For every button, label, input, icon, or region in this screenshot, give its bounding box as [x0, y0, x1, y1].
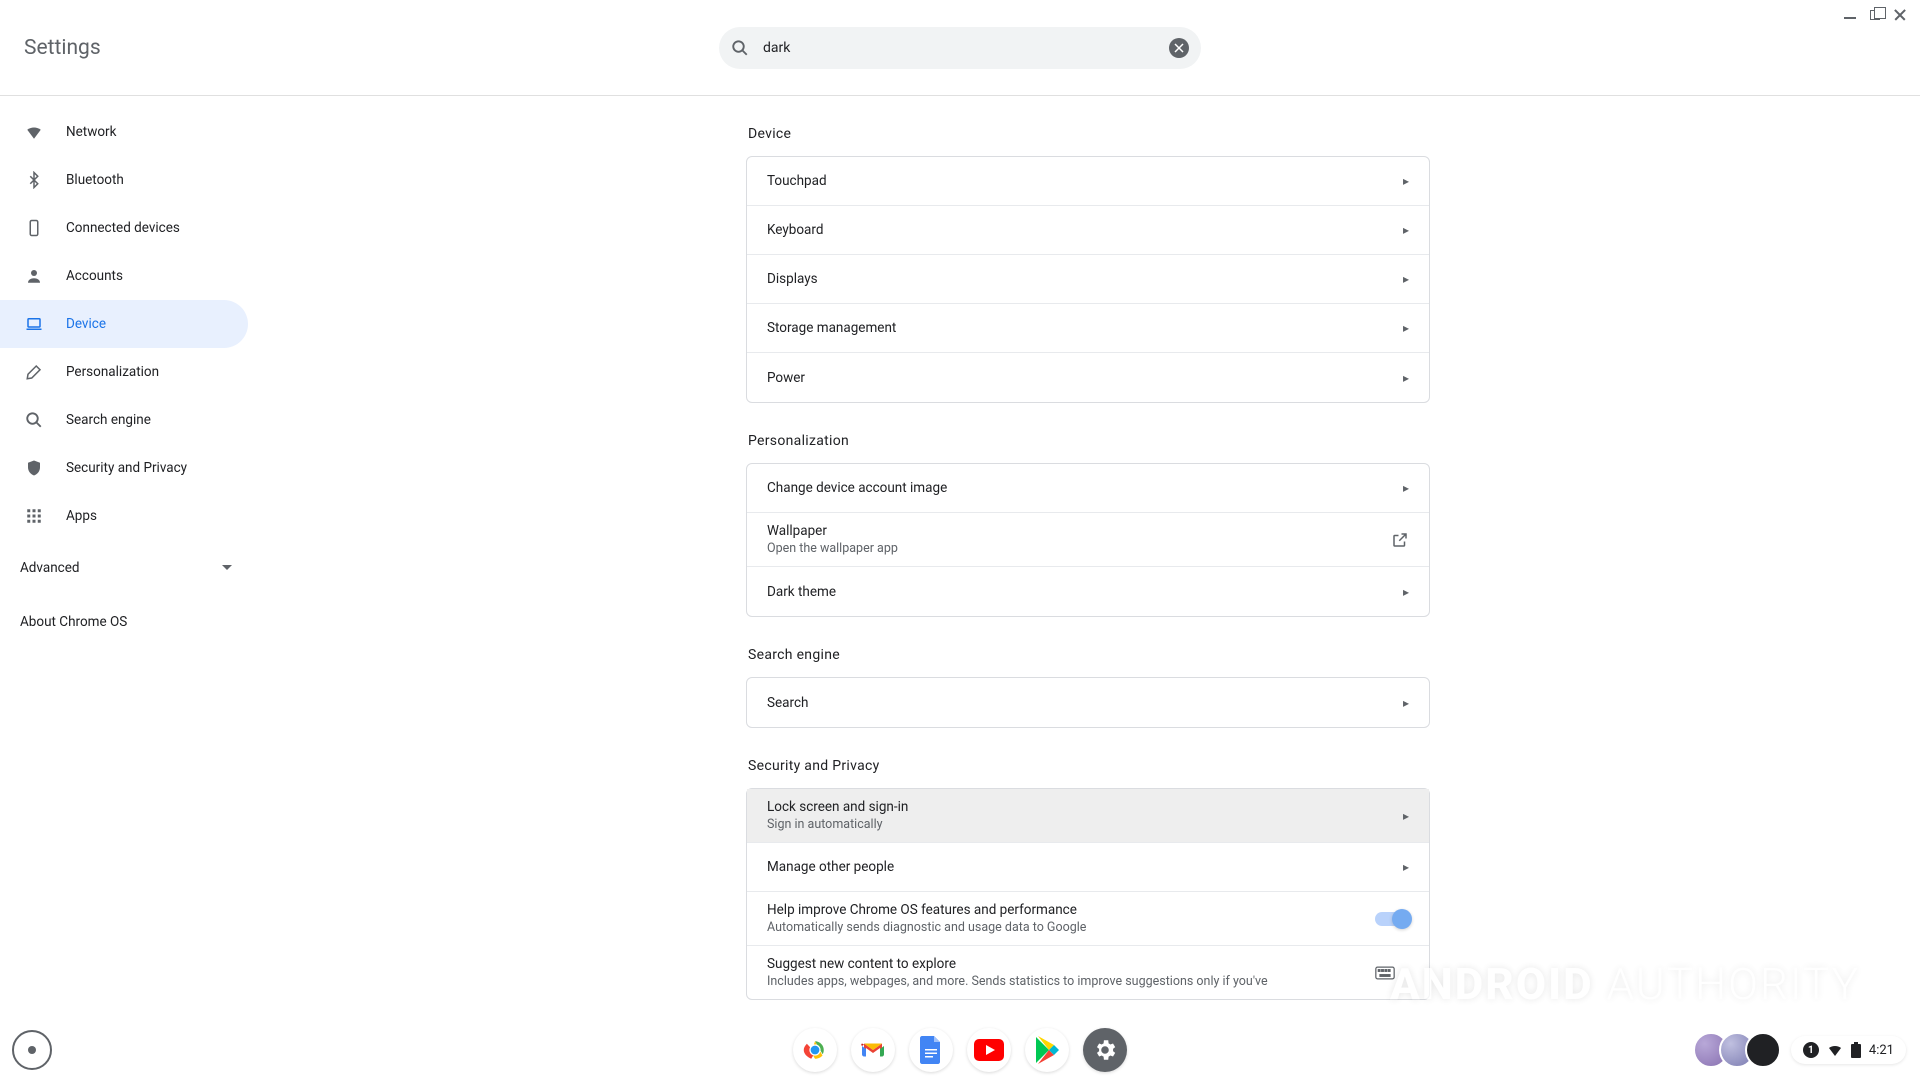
section-title-personalization: Personalization — [746, 433, 1430, 449]
chevron-right-icon: ▸ — [1403, 860, 1409, 874]
notification-badge: 1 — [1803, 1042, 1819, 1058]
bluetooth-icon — [24, 171, 44, 189]
sidebar-item-accounts[interactable]: Accounts — [0, 252, 248, 300]
sidebar-item-label: Connected devices — [66, 220, 180, 236]
personalization-card: Change device account image▸ WallpaperOp… — [746, 463, 1430, 617]
row-wallpaper[interactable]: WallpaperOpen the wallpaper app — [747, 513, 1429, 567]
apps-grid-icon — [24, 507, 44, 525]
clear-search-button[interactable] — [1169, 38, 1189, 58]
search-box[interactable] — [719, 27, 1201, 69]
chevron-right-icon: ▸ — [1403, 696, 1409, 710]
search-engine-card: Search▸ — [746, 677, 1430, 728]
settings-app-icon[interactable] — [1083, 1028, 1127, 1072]
sidebar-item-label: Personalization — [66, 364, 159, 380]
launcher-dot-icon — [28, 1046, 36, 1054]
sidebar-item-search-engine[interactable]: Search engine — [0, 396, 248, 444]
section-title-security: Security and Privacy — [746, 758, 1430, 774]
chevron-right-icon: ▸ — [1403, 809, 1409, 823]
section-title-device: Device — [746, 126, 1430, 142]
sidebar-item-label: Device — [66, 316, 106, 332]
battery-status-icon — [1851, 1042, 1861, 1058]
search-input[interactable] — [763, 40, 1169, 56]
sidebar-item-apps[interactable]: Apps — [0, 492, 248, 540]
section-title-search-engine: Search engine — [746, 647, 1430, 663]
laptop-icon — [24, 315, 44, 333]
help-improve-toggle[interactable] — [1375, 912, 1409, 926]
brush-icon — [24, 363, 44, 381]
search-icon — [731, 39, 749, 57]
avatar — [1745, 1032, 1781, 1068]
chevron-right-icon: ▸ — [1403, 481, 1409, 495]
sidebar-item-label: Apps — [66, 508, 97, 524]
app-title: Settings — [24, 36, 101, 60]
avatar-stack[interactable] — [1693, 1032, 1781, 1068]
sidebar-item-security[interactable]: Security and Privacy — [0, 444, 248, 492]
external-link-icon — [1391, 531, 1409, 549]
chevron-right-icon: ▸ — [1403, 321, 1409, 335]
sidebar-advanced-label: Advanced — [20, 560, 80, 576]
sidebar-item-label: Bluetooth — [66, 172, 124, 188]
clock: 4:21 — [1869, 1043, 1894, 1058]
window-minimize-button[interactable] — [1844, 17, 1856, 19]
sidebar: Network Bluetooth Connected devices Acco… — [0, 96, 256, 1020]
sidebar-item-network[interactable]: Network — [0, 108, 248, 156]
row-touchpad[interactable]: Touchpad▸ — [747, 157, 1429, 206]
row-account-image[interactable]: Change device account image▸ — [747, 464, 1429, 513]
sidebar-item-label: Search engine — [66, 412, 151, 428]
docs-app-icon[interactable] — [909, 1028, 953, 1072]
wifi-status-icon — [1827, 1042, 1843, 1058]
row-suggest-content[interactable]: Suggest new content to exploreIncludes a… — [747, 946, 1429, 999]
sidebar-item-bluetooth[interactable]: Bluetooth — [0, 156, 248, 204]
row-power[interactable]: Power▸ — [747, 353, 1429, 402]
search-icon — [24, 411, 44, 429]
keyboard-icon — [1375, 966, 1395, 980]
row-displays[interactable]: Displays▸ — [747, 255, 1429, 304]
sidebar-about-label: About Chrome OS — [20, 614, 127, 630]
sidebar-advanced-toggle[interactable]: Advanced — [0, 544, 256, 592]
gmail-app-icon[interactable] — [851, 1028, 895, 1072]
security-card: Lock screen and sign-inSign in automatic… — [746, 788, 1430, 1000]
row-search[interactable]: Search▸ — [747, 678, 1429, 727]
row-manage-people[interactable]: Manage other people▸ — [747, 843, 1429, 892]
person-icon — [24, 267, 44, 285]
row-dark-theme[interactable]: Dark theme▸ — [747, 567, 1429, 616]
row-storage[interactable]: Storage management▸ — [747, 304, 1429, 353]
chevron-right-icon: ▸ — [1403, 223, 1409, 237]
wifi-icon — [24, 123, 44, 141]
sidebar-item-label: Network — [66, 124, 116, 140]
phone-icon — [24, 219, 44, 237]
chevron-right-icon: ▸ — [1403, 371, 1409, 385]
youtube-app-icon[interactable] — [967, 1028, 1011, 1072]
status-tray[interactable]: 1 4:21 — [1791, 1036, 1906, 1064]
row-keyboard[interactable]: Keyboard▸ — [747, 206, 1429, 255]
sidebar-item-label: Accounts — [66, 268, 123, 284]
row-lock-screen[interactable]: Lock screen and sign-inSign in automatic… — [747, 789, 1429, 843]
sidebar-about[interactable]: About Chrome OS — [0, 598, 256, 646]
sidebar-item-personalization[interactable]: Personalization — [0, 348, 248, 396]
chevron-down-icon — [222, 563, 232, 573]
chevron-right-icon: ▸ — [1403, 272, 1409, 286]
launcher-button[interactable] — [12, 1030, 52, 1070]
row-help-improve[interactable]: Help improve Chrome OS features and perf… — [747, 892, 1429, 946]
main-content: Device Touchpad▸ Keyboard▸ Displays▸ Sto… — [256, 96, 1920, 1020]
chrome-app-icon[interactable] — [793, 1028, 837, 1072]
shield-icon — [24, 459, 44, 477]
sidebar-item-device[interactable]: Device — [0, 300, 248, 348]
window-maximize-button[interactable] — [1870, 10, 1880, 20]
sidebar-item-connected-devices[interactable]: Connected devices — [0, 204, 248, 252]
shelf: 1 4:21 — [0, 1020, 1920, 1080]
device-card: Touchpad▸ Keyboard▸ Displays▸ Storage ma… — [746, 156, 1430, 403]
sidebar-item-label: Security and Privacy — [66, 460, 187, 476]
chevron-right-icon: ▸ — [1403, 174, 1409, 188]
app-header: Settings — [0, 0, 1920, 96]
play-store-app-icon[interactable] — [1025, 1028, 1069, 1072]
chevron-right-icon: ▸ — [1403, 585, 1409, 599]
window-close-button[interactable] — [1894, 9, 1906, 21]
